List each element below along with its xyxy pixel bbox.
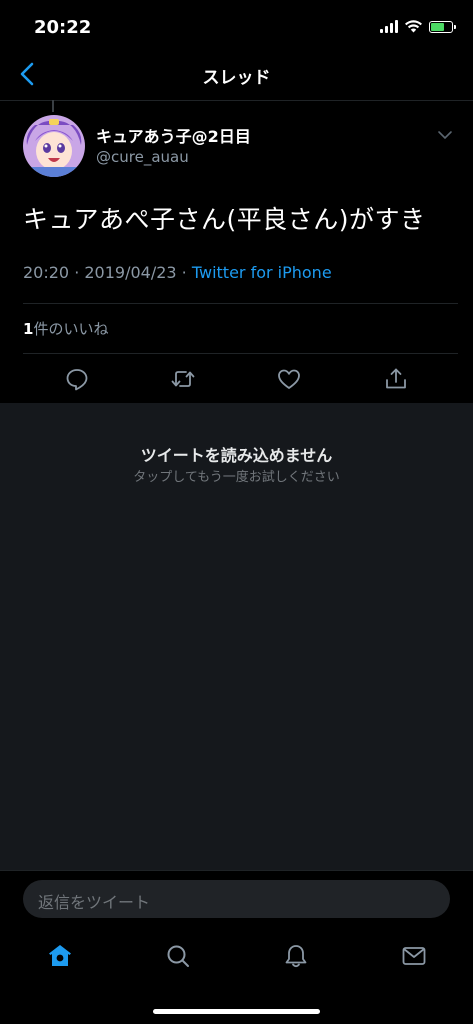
tweet-meta: 20:20 · 2019/04/23 · Twitter for iPhone xyxy=(23,263,332,282)
page-title: スレッド xyxy=(202,68,271,88)
chevron-down-icon[interactable] xyxy=(436,128,454,142)
tweet-actions xyxy=(0,364,473,400)
status-icons xyxy=(380,20,456,33)
nav-bar: スレッド xyxy=(0,48,473,101)
thread-line xyxy=(52,100,54,112)
search-icon[interactable] xyxy=(164,942,192,970)
tweet-text: キュアあぺ子さん(平良さん)がすき xyxy=(23,205,426,234)
display-name[interactable]: キュアあう子@2日目 xyxy=(96,123,251,147)
signal-icon xyxy=(380,20,398,33)
like-count-number: 1 xyxy=(23,320,34,338)
like-count-label: 件のいいね xyxy=(33,320,109,338)
messages-icon[interactable] xyxy=(400,942,428,970)
avatar[interactable] xyxy=(23,115,85,177)
tweet-source-link[interactable]: Twitter for iPhone xyxy=(192,263,332,282)
unavailable-title: ツイートを読み込めません xyxy=(140,446,333,465)
divider xyxy=(23,303,458,304)
divider xyxy=(23,353,458,354)
meta-separator: · xyxy=(69,263,85,282)
tweet-time: 20:20 xyxy=(23,263,70,282)
meta-separator-2: · xyxy=(176,263,192,282)
retweet-icon[interactable] xyxy=(170,366,196,392)
status-time: 20:22 xyxy=(34,17,92,38)
user-handle[interactable]: @cure_auau xyxy=(96,148,189,166)
reply-icon[interactable] xyxy=(64,366,90,392)
home-indicator[interactable] xyxy=(153,1009,320,1014)
notifications-icon[interactable] xyxy=(282,942,310,970)
share-icon[interactable] xyxy=(383,366,409,392)
battery-icon xyxy=(429,20,456,33)
tweet-date: 2019/04/23 xyxy=(84,263,177,282)
wifi-icon xyxy=(405,20,422,33)
unavailable-subtitle: タップしてもう一度お試しください xyxy=(133,470,340,485)
avatar-image xyxy=(23,115,85,177)
like-icon[interactable] xyxy=(276,366,302,392)
reply-placeholder: 返信をツイート xyxy=(38,893,151,912)
likes-count[interactable]: 1件のいいね xyxy=(23,318,108,339)
home-icon[interactable] xyxy=(46,942,74,970)
